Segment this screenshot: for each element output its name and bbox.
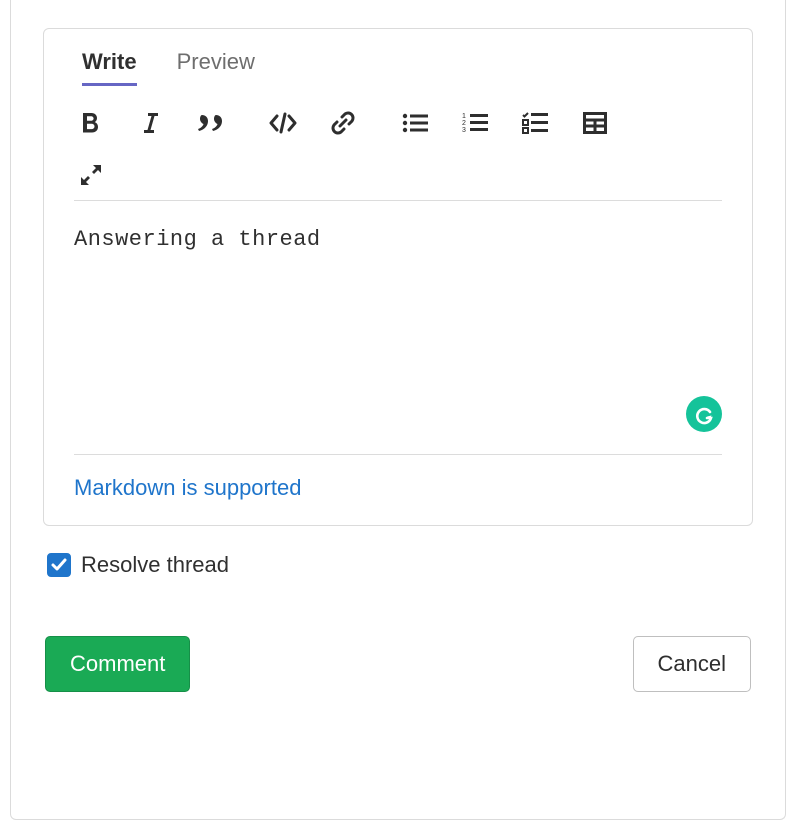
table-button[interactable]	[578, 106, 612, 140]
grammarly-icon	[693, 403, 715, 425]
code-icon	[268, 111, 298, 135]
italic-button[interactable]	[134, 106, 168, 140]
resolve-thread-label: Resolve thread	[81, 552, 229, 578]
svg-text:1: 1	[462, 113, 466, 120]
grammarly-button[interactable]	[686, 396, 722, 432]
checkmark-icon	[50, 556, 68, 574]
tab-write[interactable]: Write	[82, 49, 137, 86]
task-list-icon	[522, 112, 548, 134]
resolve-thread-row: Resolve thread	[47, 552, 753, 578]
quote-button[interactable]	[194, 106, 228, 140]
cancel-button[interactable]: Cancel	[633, 636, 751, 692]
toolbar: 123	[74, 86, 722, 201]
toolbar-group-code	[266, 106, 360, 140]
resolve-thread-checkbox[interactable]	[47, 553, 71, 577]
bullet-list-button[interactable]	[398, 106, 432, 140]
numbered-list-icon: 123	[462, 112, 488, 134]
button-row: Comment Cancel	[43, 636, 753, 692]
bold-icon	[80, 111, 102, 135]
fullscreen-icon	[78, 162, 104, 188]
fullscreen-button[interactable]	[74, 158, 108, 192]
task-list-button[interactable]	[518, 106, 552, 140]
editor-container: Write Preview	[43, 28, 753, 526]
table-icon	[583, 112, 607, 134]
toolbar-group-text	[74, 106, 228, 140]
bold-button[interactable]	[74, 106, 108, 140]
editor-tabs: Write Preview	[82, 49, 722, 86]
link-button[interactable]	[326, 106, 360, 140]
toolbar-group-fullscreen	[74, 158, 722, 192]
link-icon	[330, 110, 356, 136]
numbered-list-button[interactable]: 123	[458, 106, 492, 140]
markdown-supported-link[interactable]: Markdown is supported	[74, 475, 301, 501]
toolbar-group-lists: 123	[398, 106, 612, 140]
svg-text:3: 3	[462, 127, 466, 134]
code-button[interactable]	[266, 106, 300, 140]
comment-panel: Write Preview	[10, 0, 786, 820]
quote-icon	[197, 111, 225, 135]
comment-button[interactable]: Comment	[45, 636, 190, 692]
comment-textarea[interactable]	[74, 201, 722, 421]
italic-icon	[140, 111, 162, 135]
tab-preview[interactable]: Preview	[177, 49, 255, 86]
editor-body	[74, 201, 722, 455]
svg-text:2: 2	[462, 120, 466, 127]
bullet-list-icon	[402, 112, 428, 134]
